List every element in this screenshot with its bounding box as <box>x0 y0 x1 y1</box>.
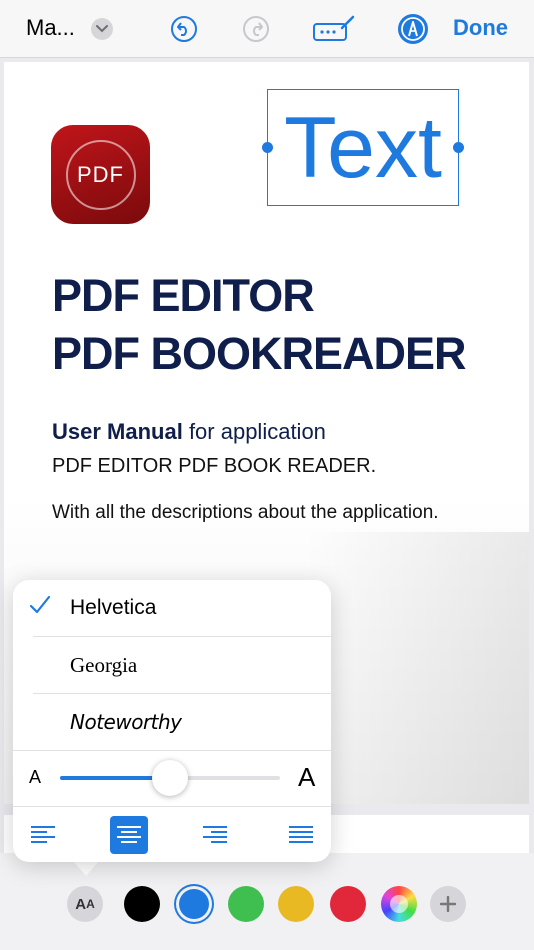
manual-line: User Manual for application <box>52 419 326 445</box>
font-popover: Helvetica Georgia Noteworthy A A <box>13 580 331 862</box>
divider <box>13 806 331 807</box>
document-description: With all the descriptions about the appl… <box>52 502 439 523</box>
divider <box>13 750 331 751</box>
font-size-large-label: A <box>298 762 316 792</box>
manual-rest-text: for application <box>182 419 326 444</box>
plus-icon[interactable] <box>430 886 466 922</box>
font-size-slider[interactable] <box>60 760 280 796</box>
checkmark-icon <box>29 595 51 620</box>
document-subtitle: PDF EDITOR PDF BOOK READER. <box>52 455 377 477</box>
align-right-button[interactable] <box>196 816 234 854</box>
app-logo-icon: PDF <box>51 125 150 224</box>
slider-thumb[interactable] <box>152 760 188 796</box>
text-annotation[interactable]: Text <box>284 105 442 191</box>
page-shadow-right <box>304 532 529 804</box>
manual-bold-text: User Manual <box>52 419 183 444</box>
color-wheel-icon[interactable] <box>381 886 417 922</box>
done-button[interactable]: Done <box>453 15 508 41</box>
app-logo-label: PDF <box>65 139 136 210</box>
resize-handle-right[interactable] <box>453 142 464 153</box>
popover-arrow <box>74 862 98 876</box>
font-option-noteworthy[interactable]: Noteworthy <box>13 694 331 751</box>
color-swatch-black[interactable] <box>124 886 160 922</box>
font-option-georgia[interactable]: Georgia <box>13 637 331 694</box>
markup-toolbar-icon[interactable] <box>312 14 356 44</box>
color-swatch-green[interactable] <box>228 886 264 922</box>
document-heading-line1: PDF EDITOR <box>52 270 315 321</box>
pen-tool-icon[interactable] <box>397 13 429 45</box>
undo-icon[interactable] <box>170 15 198 43</box>
color-swatch-blue[interactable] <box>179 889 209 919</box>
text-annotation-box[interactable]: Text <box>262 89 464 206</box>
top-toolbar: Ma... Done <box>0 0 534 58</box>
redo-icon[interactable] <box>242 15 270 43</box>
align-justify-button[interactable] <box>282 816 320 854</box>
font-name: Georgia <box>70 653 138 677</box>
color-swatch-red[interactable] <box>330 886 366 922</box>
font-option-helvetica[interactable]: Helvetica <box>13 580 331 637</box>
align-center-button[interactable] <box>110 816 148 854</box>
font-name: Helvetica <box>70 596 157 619</box>
font-size-small-label: A <box>29 767 42 787</box>
chevron-down-icon[interactable] <box>91 18 113 40</box>
color-swatch-yellow[interactable] <box>278 886 314 922</box>
document-title[interactable]: Ma... <box>26 15 75 41</box>
resize-handle-left[interactable] <box>262 142 273 153</box>
document-heading-line2: PDF BOOKREADER <box>52 328 467 379</box>
align-left-button[interactable] <box>24 816 62 854</box>
font-name: Noteworthy <box>70 710 182 734</box>
font-settings-button[interactable]: AA <box>67 886 103 922</box>
